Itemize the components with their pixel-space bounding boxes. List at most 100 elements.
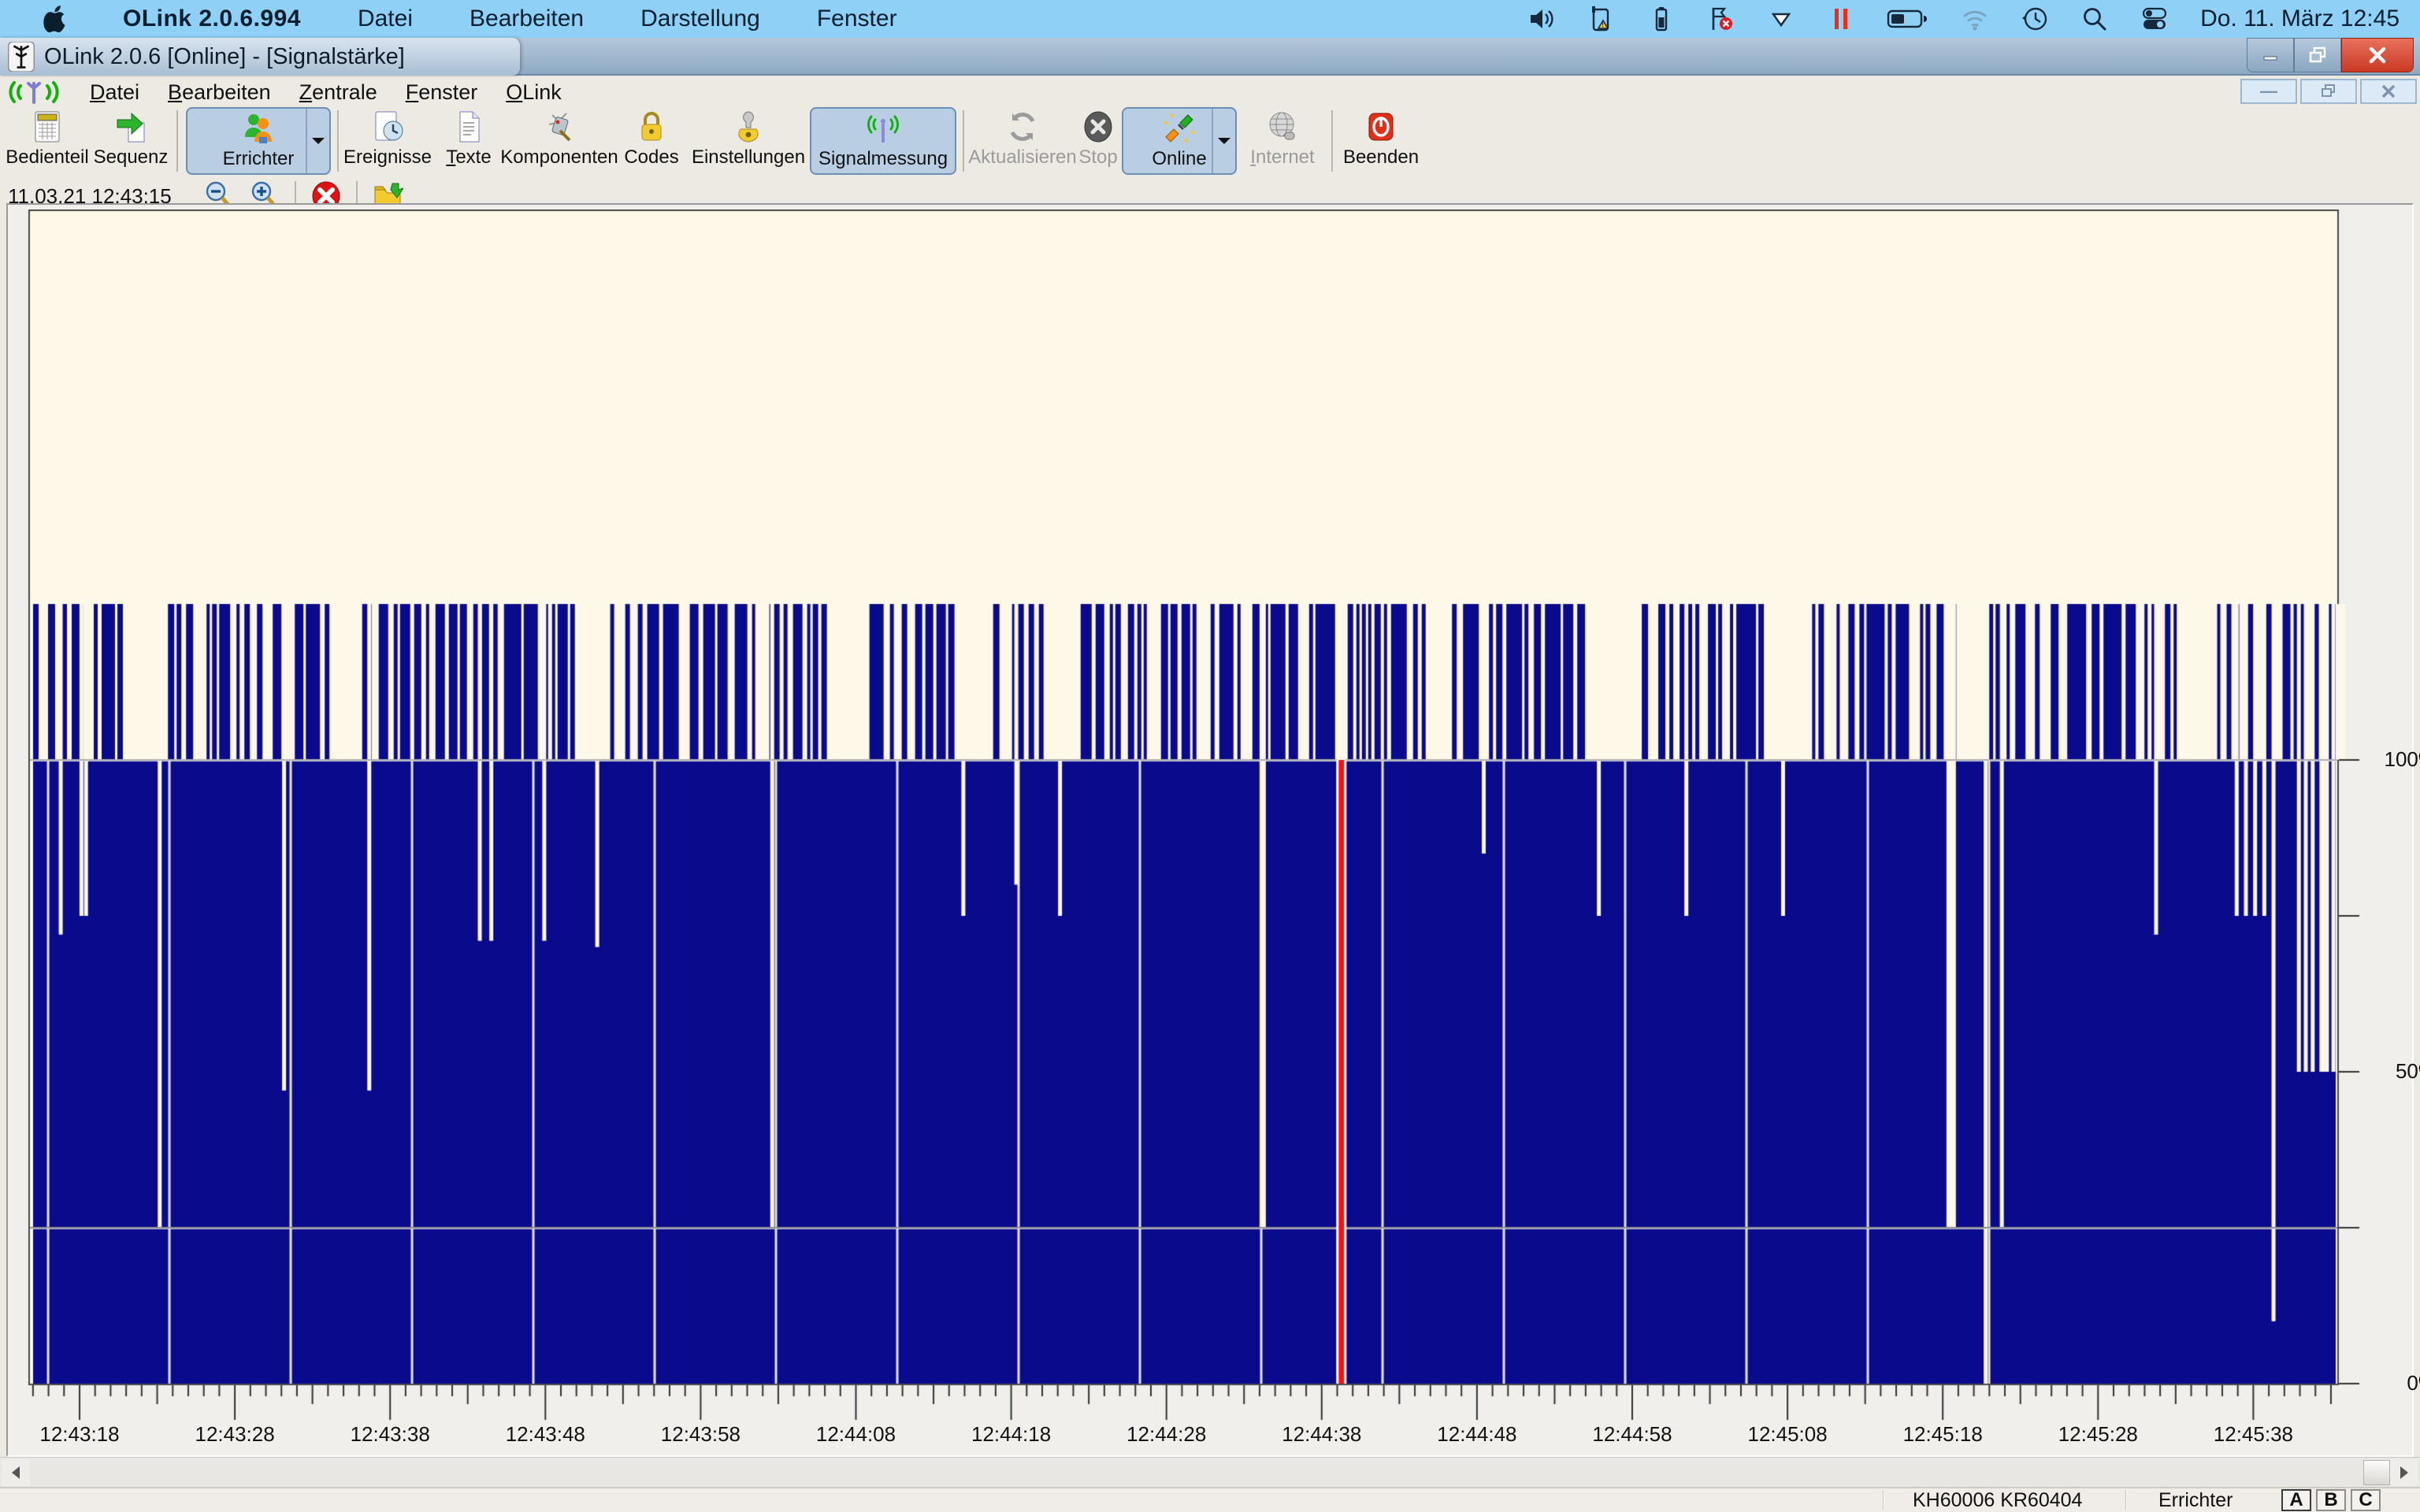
- refresh-icon: [1004, 109, 1041, 145]
- sequenz-button[interactable]: Sequenz: [91, 107, 170, 175]
- statusbar-role: Errichter: [2158, 1489, 2277, 1512]
- battery-vertical-icon[interactable]: [1647, 5, 1676, 33]
- sequenz-label: Sequenz: [94, 146, 169, 169]
- mdi-restore-button[interactable]: [2300, 79, 2357, 104]
- x-axis-label: 12:45:08: [1724, 1422, 1850, 1447]
- spinner-triangle-icon[interactable]: [1767, 5, 1795, 33]
- macos-clock[interactable]: Do. 11. März 12:45: [2200, 6, 2400, 32]
- statusbar-box-c[interactable]: C: [2351, 1489, 2381, 1511]
- errichter-dropdown[interactable]: [306, 109, 329, 173]
- macos-menu-datei[interactable]: Datei: [358, 6, 413, 32]
- macos-menu-darstellung[interactable]: Darstellung: [640, 6, 760, 32]
- bedienteil-button[interactable]: Bedienteil: [6, 107, 88, 175]
- signal-chart-panel: 12:43:1812:43:2812:43:3812:43:4812:43:58…: [6, 203, 2414, 1457]
- statusbar-devices: KH60006 KR60404: [1913, 1489, 2125, 1512]
- menu-bearbeiten[interactable]: Bearbeiten: [168, 80, 271, 105]
- toolbar-separator: [337, 110, 339, 172]
- errichter-label: Errichter: [223, 148, 295, 170]
- macos-menu-fenster[interactable]: Fenster: [817, 6, 897, 32]
- x-axis-label: 12:44:58: [1569, 1422, 1695, 1447]
- online-dropdown[interactable]: [1212, 109, 1235, 173]
- window-restore-button[interactable]: [2294, 38, 2341, 72]
- codes-button[interactable]: Codes: [616, 107, 687, 175]
- document-icon: [451, 109, 487, 145]
- app-menubar: Datei Bearbeiten Zentrale Fenster OLink …: [0, 77, 2420, 107]
- statusbar-box-b[interactable]: B: [2316, 1489, 2346, 1511]
- einstellungen-label: Einstellungen: [692, 146, 805, 169]
- y-axis-label: 0%: [2366, 1371, 2420, 1395]
- mdi-close-button[interactable]: [2360, 79, 2417, 104]
- signalmessung-button[interactable]: Signalmessung: [810, 107, 956, 175]
- menu-fenster[interactable]: Fenster: [406, 80, 478, 105]
- x-axis-label: 12:43:48: [482, 1422, 608, 1447]
- online-button[interactable]: Online: [1122, 107, 1237, 175]
- x-axis-label: 12:43:38: [327, 1422, 453, 1447]
- einstellungen-button[interactable]: Einstellungen: [690, 107, 807, 175]
- spotlight-search-icon[interactable]: [2080, 5, 2109, 33]
- x-axis-label: 12:43:28: [172, 1422, 298, 1447]
- x-axis-label: 12:43:58: [637, 1422, 763, 1447]
- x-axis-label: 12:45:18: [1880, 1422, 2006, 1447]
- y-axis-label: 50%: [2366, 1059, 2420, 1084]
- signal-antenna-icon: [865, 110, 901, 146]
- ereignisse-button[interactable]: Ereignisse: [345, 107, 430, 175]
- window-titlebar[interactable]: OLink 2.0.6 [Online] - [Signalstärke]: [0, 38, 2420, 76]
- scroll-right-button[interactable]: [2390, 1459, 2418, 1486]
- komponenten-button[interactable]: Komponenten: [506, 107, 613, 175]
- window-minimize-button[interactable]: [2247, 38, 2294, 72]
- stop-icon: [1080, 109, 1116, 145]
- macos-menu-bearbeiten[interactable]: Bearbeiten: [470, 6, 584, 32]
- statusbar-separator: [1883, 1490, 1884, 1510]
- keypad-icon: [29, 109, 65, 145]
- ereignisse-label: Ereignisse: [343, 146, 432, 169]
- apple-menu-icon[interactable]: [43, 5, 69, 33]
- horizontal-scrollbar[interactable]: [0, 1457, 2420, 1487]
- beenden-button[interactable]: Beenden: [1339, 107, 1423, 175]
- aktualisieren-button[interactable]: Aktualisieren: [969, 107, 1076, 175]
- sequence-icon: [113, 109, 149, 145]
- svg-text:!: !: [1602, 22, 1604, 29]
- menu-zentrale[interactable]: Zentrale: [299, 80, 377, 105]
- time-machine-icon[interactable]: [2021, 5, 2049, 33]
- settings-icon: [730, 109, 766, 145]
- mdi-window-controls: —: [2240, 79, 2417, 104]
- mdi-minimize-button[interactable]: —: [2240, 79, 2297, 104]
- toolbar-separator: [963, 110, 964, 172]
- internet-label: Internet: [1250, 146, 1314, 169]
- macos-app-name[interactable]: OLink 2.0.6.994: [123, 6, 301, 32]
- texte-label: Texte: [446, 146, 491, 169]
- battery-icon[interactable]: [1887, 5, 1929, 33]
- toolbar-separator: [176, 110, 178, 172]
- x-axis-label: 12:44:08: [793, 1422, 919, 1447]
- handheld-sync-warning-icon[interactable]: !: [1587, 5, 1616, 33]
- window-close-button[interactable]: [2341, 38, 2414, 72]
- errichter-button[interactable]: Errichter: [186, 107, 331, 175]
- komponenten-label: Komponenten: [500, 146, 618, 169]
- signal-strength-chart[interactable]: [13, 209, 2411, 1455]
- menu-datei[interactable]: Datei: [90, 80, 139, 105]
- codes-label: Codes: [624, 146, 678, 169]
- flag-error-icon[interactable]: [1707, 5, 1735, 33]
- statusbar: KH60006 KR60404 Errichter A B C: [0, 1487, 2420, 1512]
- wifi-icon[interactable]: [1961, 5, 1989, 33]
- x-axis-label: 12:44:18: [948, 1422, 1075, 1447]
- statusbar-box-a[interactable]: A: [2281, 1489, 2311, 1511]
- control-center-icon[interactable]: [2140, 5, 2169, 33]
- bedienteil-label: Bedienteil: [6, 146, 88, 169]
- stop-button[interactable]: Stop: [1076, 107, 1120, 175]
- antenna-logo-icon: [6, 79, 61, 106]
- menu-olink[interactable]: OLink: [506, 80, 562, 105]
- internet-button[interactable]: Internet: [1242, 107, 1323, 175]
- components-icon: [541, 109, 577, 145]
- chevron-down-icon: [1217, 136, 1231, 146]
- signalmessung-label: Signalmessung: [818, 148, 948, 170]
- padlock-icon: [633, 109, 670, 145]
- x-axis-label: 12:45:28: [2035, 1422, 2161, 1447]
- scroll-left-button[interactable]: [2, 1459, 30, 1486]
- texte-button[interactable]: Texte: [435, 107, 503, 175]
- scrollbar-thumb[interactable]: [2363, 1460, 2390, 1485]
- window-title: OLink 2.0.6 [Online] - [Signalstärke]: [44, 44, 405, 70]
- stop-label: Stop: [1078, 146, 1117, 169]
- online-label: Online: [1152, 148, 1206, 170]
- volume-icon[interactable]: [1527, 5, 1556, 33]
